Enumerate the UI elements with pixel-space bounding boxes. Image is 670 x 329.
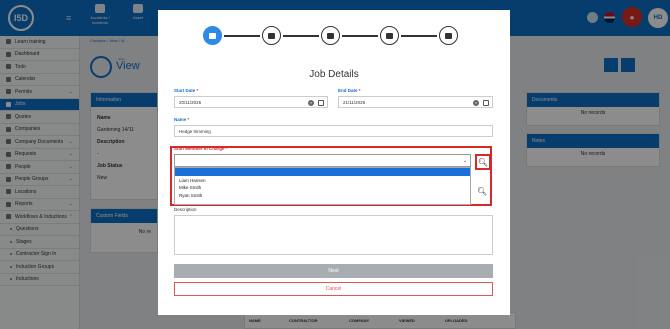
search-icon: 🔍︎: [477, 157, 489, 167]
staff-member-dropdown: Liam Hansen Mike Smith Ryan Smith: [174, 167, 471, 205]
description-label: Description: [174, 207, 197, 212]
description-textarea[interactable]: [174, 215, 493, 255]
start-date-label: Start Date *: [174, 88, 199, 93]
step-details[interactable]: [203, 26, 222, 45]
step-connector: [224, 35, 260, 37]
file-icon: [445, 32, 452, 39]
step-images[interactable]: [380, 26, 399, 45]
step-connector: [283, 35, 319, 37]
wizard-steps: [203, 26, 465, 46]
clear-icon[interactable]: ×: [308, 99, 314, 106]
step-connector: [342, 35, 378, 37]
tray-icon: [268, 32, 275, 39]
step-documents[interactable]: [439, 26, 458, 45]
calendar-icon: [209, 32, 216, 39]
start-date-field[interactable]: 20/11/2025 ×: [174, 96, 328, 108]
staff-search-button[interactable]: 🔍︎: [475, 154, 491, 170]
staff-option-blank[interactable]: [175, 168, 470, 176]
staff-option-mike-smith[interactable]: Mike Smith: [175, 184, 470, 192]
staff-option-liam-hansen[interactable]: Liam Hansen: [175, 176, 470, 184]
modal-title: Job Details: [309, 69, 359, 80]
staff-member-label: Staff Member in Charge *: [174, 146, 228, 151]
chevron-down-icon: ⌄: [462, 158, 467, 164]
image-icon: [386, 32, 393, 39]
search-icon[interactable]: 🔍︎: [477, 187, 487, 196]
name-field[interactable]: Hedge trimming: [174, 125, 493, 137]
clear-icon[interactable]: ×: [473, 99, 479, 106]
calendar-icon[interactable]: [483, 99, 489, 106]
step-location[interactable]: [321, 26, 340, 45]
step-assets[interactable]: [262, 26, 281, 45]
step-connector: [401, 35, 437, 37]
calendar-icon[interactable]: [318, 99, 324, 106]
staff-option-ryan-smith[interactable]: Ryan Smith: [175, 191, 470, 199]
stamp-icon: [327, 32, 334, 39]
staff-member-select[interactable]: ⌄: [174, 154, 471, 167]
end-date-field[interactable]: 21/11/2025 ×: [338, 96, 493, 108]
cancel-button[interactable]: Cancel: [174, 282, 493, 296]
end-date-label: End Date *: [338, 88, 361, 93]
name-label: Name *: [174, 117, 190, 122]
next-button[interactable]: Next: [174, 264, 493, 278]
